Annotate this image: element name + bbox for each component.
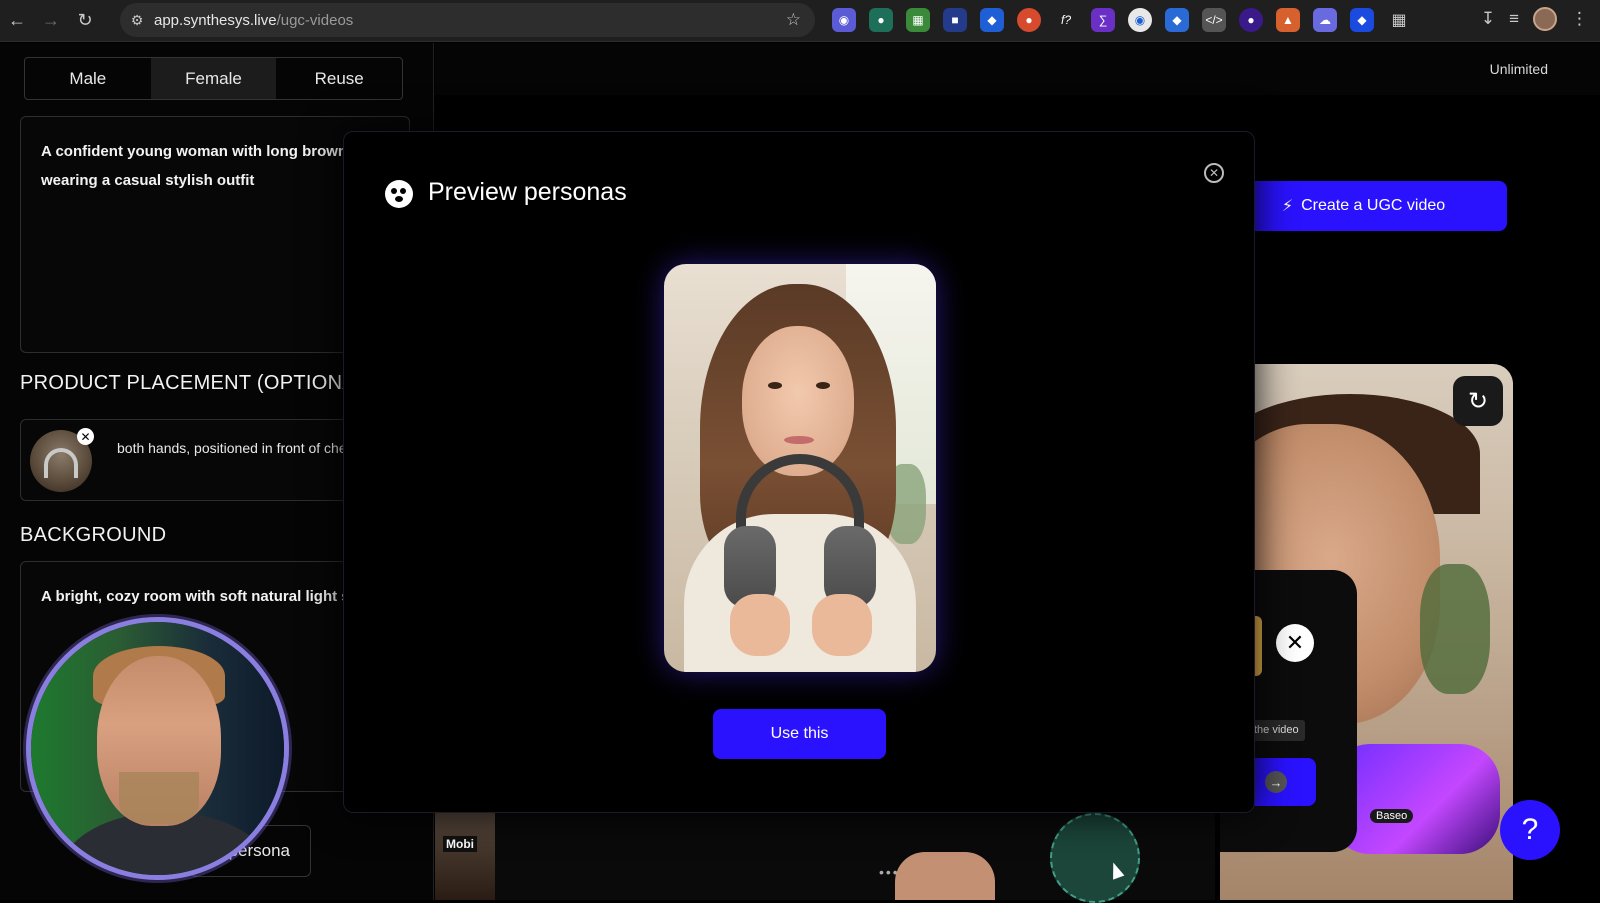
extension-icon[interactable]: ∑ (1091, 8, 1115, 32)
extension-icon[interactable]: ◉ (1128, 8, 1152, 32)
url-host: app.synthesys.live (154, 11, 277, 29)
tab-reuse[interactable]: Reuse (276, 58, 402, 99)
use-this-button[interactable]: Use this (713, 709, 886, 759)
create-ugc-video-label: Create a UGC video (1301, 197, 1446, 214)
bookmark-star-icon[interactable]: ☆ (786, 10, 801, 30)
create-ugc-video-button[interactable]: ⚡ Create a UGC video (1220, 181, 1507, 231)
url-text: app.synthesys.live/ugc-videos (154, 12, 353, 29)
extension-icon[interactable]: ◆ (1350, 8, 1374, 32)
video-thumbnail[interactable]: Mobi (435, 812, 495, 900)
background-title: BACKGROUND (20, 524, 167, 546)
help-button[interactable]: ? (1500, 800, 1560, 860)
puzzle-icon[interactable]: ▦ (1387, 8, 1411, 32)
extension-icon[interactable]: ● (1239, 8, 1263, 32)
persona-eye (816, 382, 830, 389)
address-bar[interactable]: ⚙ app.synthesys.live/ugc-videos ☆ (120, 3, 815, 37)
extension-icon[interactable]: ● (869, 8, 893, 32)
url-path: /ugc-videos (276, 11, 354, 29)
reload-icon[interactable]: ↻ (68, 4, 102, 38)
click-highlight (1050, 813, 1140, 903)
tab-male[interactable]: Male (25, 58, 151, 99)
speaker-brand: Baseo (1370, 809, 1414, 823)
extension-icon[interactable]: ● (1017, 8, 1041, 32)
plan-label: Unlimited (1489, 61, 1548, 77)
download-icon[interactable]: ↧ (1481, 9, 1495, 29)
headphones-icon (44, 448, 78, 478)
thumbnail-hand (895, 852, 995, 900)
thumbnail-brand: Mobi (443, 836, 477, 852)
persona-face-icon (385, 180, 413, 208)
refresh-icon[interactable]: ↻ (1453, 376, 1503, 426)
browser-toolbar: ← → ↻ ⚙ app.synthesys.live/ugc-videos ☆ … (0, 0, 1600, 42)
reading-list-icon[interactable]: ≡ (1509, 9, 1519, 29)
lightning-icon: ⚡ (1281, 198, 1294, 215)
forward-icon[interactable]: → (34, 4, 68, 38)
persona-hand (730, 594, 790, 656)
persona-hand (812, 594, 872, 656)
menu-kebab-icon[interactable]: ⋮ (1571, 9, 1588, 29)
persona-preview-image (664, 264, 936, 672)
extension-icon[interactable]: ▦ (906, 8, 930, 32)
extension-icon[interactable]: </> (1202, 8, 1226, 32)
extension-icon[interactable]: ◆ (980, 8, 1004, 32)
extensions-row: ◉ ● ▦ ■ ◆ ● f? ∑ ◉ ◆ </> ● ▲ ☁ ◆ ▦ (832, 8, 1411, 32)
profile-avatar[interactable] (1533, 7, 1557, 31)
close-icon[interactable]: ✕ (1276, 624, 1314, 662)
persona-eye (768, 382, 782, 389)
option-hint: the video (1248, 720, 1305, 741)
extension-icon[interactable]: ■ (943, 8, 967, 32)
extension-icon[interactable]: ☁ (1313, 8, 1337, 32)
arrow-right-icon: → (1265, 771, 1287, 793)
extension-icon[interactable]: ◆ (1165, 8, 1189, 32)
preview-plant (1420, 564, 1490, 694)
product-placement-title: PRODUCT PLACEMENT (OPTIONA (20, 372, 356, 394)
back-icon[interactable]: ← (0, 4, 34, 38)
site-settings-icon[interactable]: ⚙ (120, 12, 154, 29)
modal-title: Preview personas (428, 178, 627, 206)
gender-tabs: Male Female Reuse (24, 57, 403, 100)
tab-female[interactable]: Female (150, 58, 277, 99)
persona-lips (784, 436, 814, 444)
browser-actions: ↧ ≡ ⋮ (1481, 7, 1588, 31)
remove-product-icon[interactable]: ✕ (77, 428, 94, 445)
preview-personas-modal: Preview personas ✕ Use this (343, 131, 1255, 813)
modal-close-icon[interactable]: ✕ (1204, 163, 1224, 183)
extension-icon[interactable]: ▲ (1276, 8, 1300, 32)
top-bar: Unlimited (435, 43, 1600, 95)
extension-icon[interactable]: ◉ (832, 8, 856, 32)
webcam-overlay (26, 617, 289, 880)
webcam-beard (119, 772, 199, 824)
extension-icon[interactable]: f? (1054, 8, 1078, 32)
